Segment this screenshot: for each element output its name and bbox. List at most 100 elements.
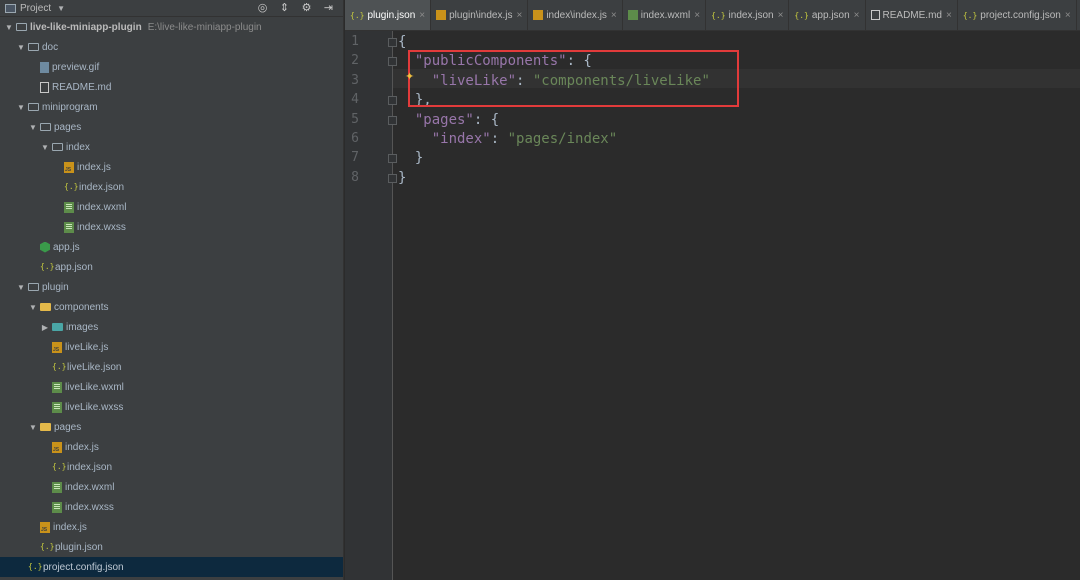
close-tab-icon[interactable]: × (516, 10, 522, 21)
editor-tab[interactable]: {.} app.json × (789, 0, 866, 30)
tree-item-label: index.json (67, 461, 113, 473)
wxml-file-icon (52, 401, 62, 413)
code-line[interactable]: } (398, 149, 423, 168)
tree-item[interactable]: ▼ pages (0, 117, 343, 137)
close-tab-icon[interactable]: × (694, 10, 700, 21)
tree-item[interactable]: {.} liveLike.json (0, 357, 343, 377)
code-line[interactable]: "index": "pages/index" (398, 130, 617, 149)
tab-label: index\index.js (546, 9, 607, 21)
chevron-down-icon[interactable]: ▼ (16, 103, 26, 112)
editor-tab[interactable]: index\index.js × (528, 0, 623, 30)
tree-item[interactable]: ▼ miniprogram (0, 97, 343, 117)
tree-item[interactable]: {.} index.json (0, 457, 343, 477)
fold-marker-icon[interactable] (388, 57, 397, 67)
project-root-name: live-like-miniapp-plugin (30, 21, 142, 33)
fold-marker-icon[interactable] (388, 38, 397, 47)
code-editor[interactable]: { "publicComponents": { "liveLike": "com… (398, 31, 1080, 580)
tree-item-label: preview.gif (52, 61, 100, 73)
close-tab-icon[interactable]: × (419, 10, 425, 21)
fold-marker-icon[interactable] (388, 154, 397, 164)
tree-item[interactable]: liveLike.wxml (0, 377, 343, 397)
tree-item[interactable]: liveLike.js (0, 337, 343, 357)
chevron-down-icon[interactable]: ▼ (28, 123, 38, 132)
tree-item[interactable]: index.js (0, 437, 343, 457)
fold-marker-icon[interactable] (388, 96, 397, 106)
close-tab-icon[interactable]: × (946, 10, 952, 21)
settings-gear-icon[interactable]: ⚙ (300, 2, 313, 14)
code-token: "pages/index" (507, 131, 618, 147)
editor-tab[interactable]: README.md × (866, 0, 958, 30)
code-line[interactable]: "pages": { (398, 111, 499, 130)
chevron-down-icon[interactable]: ▼ (16, 283, 26, 292)
tree-item[interactable]: index.wxml (0, 477, 343, 497)
hide-panel-icon[interactable]: ⇥ (322, 2, 335, 14)
js-file-icon (533, 10, 544, 20)
tree-item[interactable]: index.js (0, 517, 343, 537)
editor-area: {.} plugin.json × plugin\index.js × index\ind… (345, 0, 1080, 580)
tree-item-label: pages (54, 121, 82, 133)
tree-item-label: doc (42, 41, 59, 53)
folder-icon (52, 323, 63, 331)
chevron-down-icon[interactable]: ▼ (4, 23, 14, 32)
editor-tab[interactable]: plugin\index.js × (431, 0, 529, 30)
editor-gutter: 1 2 3 4 5 6 7 8 (345, 31, 397, 580)
target-icon[interactable]: ◎ (256, 2, 269, 14)
tree-item[interactable]: {.} project.config.json (0, 557, 343, 577)
tree-item-label: index.wxss (65, 501, 114, 513)
close-tab-icon[interactable]: × (611, 10, 617, 21)
tree-item[interactable]: ▼ pages (0, 417, 343, 437)
tree-item[interactable]: preview.gif (0, 57, 343, 77)
chevron-down-icon[interactable]: ▼ (28, 303, 38, 312)
tree-item[interactable]: app.js (0, 237, 343, 257)
tree-item[interactable]: index.js (0, 157, 343, 177)
tree-item[interactable]: index.wxss (0, 217, 343, 237)
tree-item[interactable]: ▼ plugin (0, 277, 343, 297)
fold-marker-icon[interactable] (388, 173, 397, 183)
tree-item[interactable]: index.wxml (0, 197, 343, 217)
chevron-down-icon[interactable]: ▼ (40, 143, 50, 152)
collapse-all-icon[interactable]: ⇕ (278, 2, 291, 14)
close-tab-icon[interactable]: × (854, 10, 860, 21)
tree-item-label: index.wxss (77, 221, 126, 233)
tab-label: app.json (811, 9, 850, 21)
json-file-icon: {.} (711, 10, 726, 20)
tree-item[interactable]: liveLike.wxss (0, 397, 343, 417)
chevron-right-icon[interactable]: ▶ (40, 323, 50, 332)
tree-item[interactable]: {.} plugin.json (0, 537, 343, 557)
tree-item[interactable]: {.} app.json (0, 257, 343, 277)
tab-label: README.md (882, 9, 942, 21)
line-number: 1 (351, 34, 359, 49)
tree-item-label: liveLike.wxml (65, 381, 124, 393)
tree-item[interactable]: {.} index.json (0, 177, 343, 197)
fold-marker-icon[interactable] (388, 115, 397, 125)
project-title: Project (20, 2, 52, 14)
tree-item[interactable]: README.md (0, 77, 343, 97)
folder-icon (28, 43, 39, 51)
markdown-file-icon (40, 81, 49, 93)
js-file-icon (40, 521, 50, 533)
tree-item[interactable]: ▼ doc (0, 37, 343, 57)
js-file-icon (64, 161, 74, 173)
intention-bulb-icon[interactable]: ✦ (405, 70, 414, 83)
tree-item[interactable]: ▼ components (0, 297, 343, 317)
editor-tab[interactable]: {.} plugin.json × (345, 0, 432, 30)
tree-item[interactable]: ▼ index (0, 137, 343, 157)
tab-label: project.config.json (980, 9, 1061, 21)
close-tab-icon[interactable]: × (1065, 10, 1071, 21)
chevron-down-icon[interactable]: ▼ (57, 4, 65, 13)
tree-root[interactable]: ▼ live-like-miniapp-plugin E:\live-like-… (0, 17, 343, 37)
code-line[interactable]: { (398, 33, 406, 52)
editor-tab[interactable]: {.} project.config.json × (958, 0, 1077, 30)
chevron-down-icon[interactable]: ▼ (16, 43, 26, 52)
chevron-down-icon[interactable]: ▼ (28, 423, 38, 432)
code-line[interactable]: } (398, 169, 406, 188)
close-tab-icon[interactable]: × (778, 10, 784, 21)
tree-item[interactable]: index.wxss (0, 497, 343, 517)
tree-item[interactable]: ▶ images (0, 317, 343, 337)
code-token: { (398, 34, 407, 50)
line-number: 5 (351, 111, 359, 127)
project-header[interactable]: Project ▼ ◎ ⇕ ⚙ ⇥ (0, 0, 343, 17)
editor-tab[interactable]: {.} index.json × (706, 0, 790, 30)
editor-tab[interactable]: index.wxml × (623, 0, 707, 30)
